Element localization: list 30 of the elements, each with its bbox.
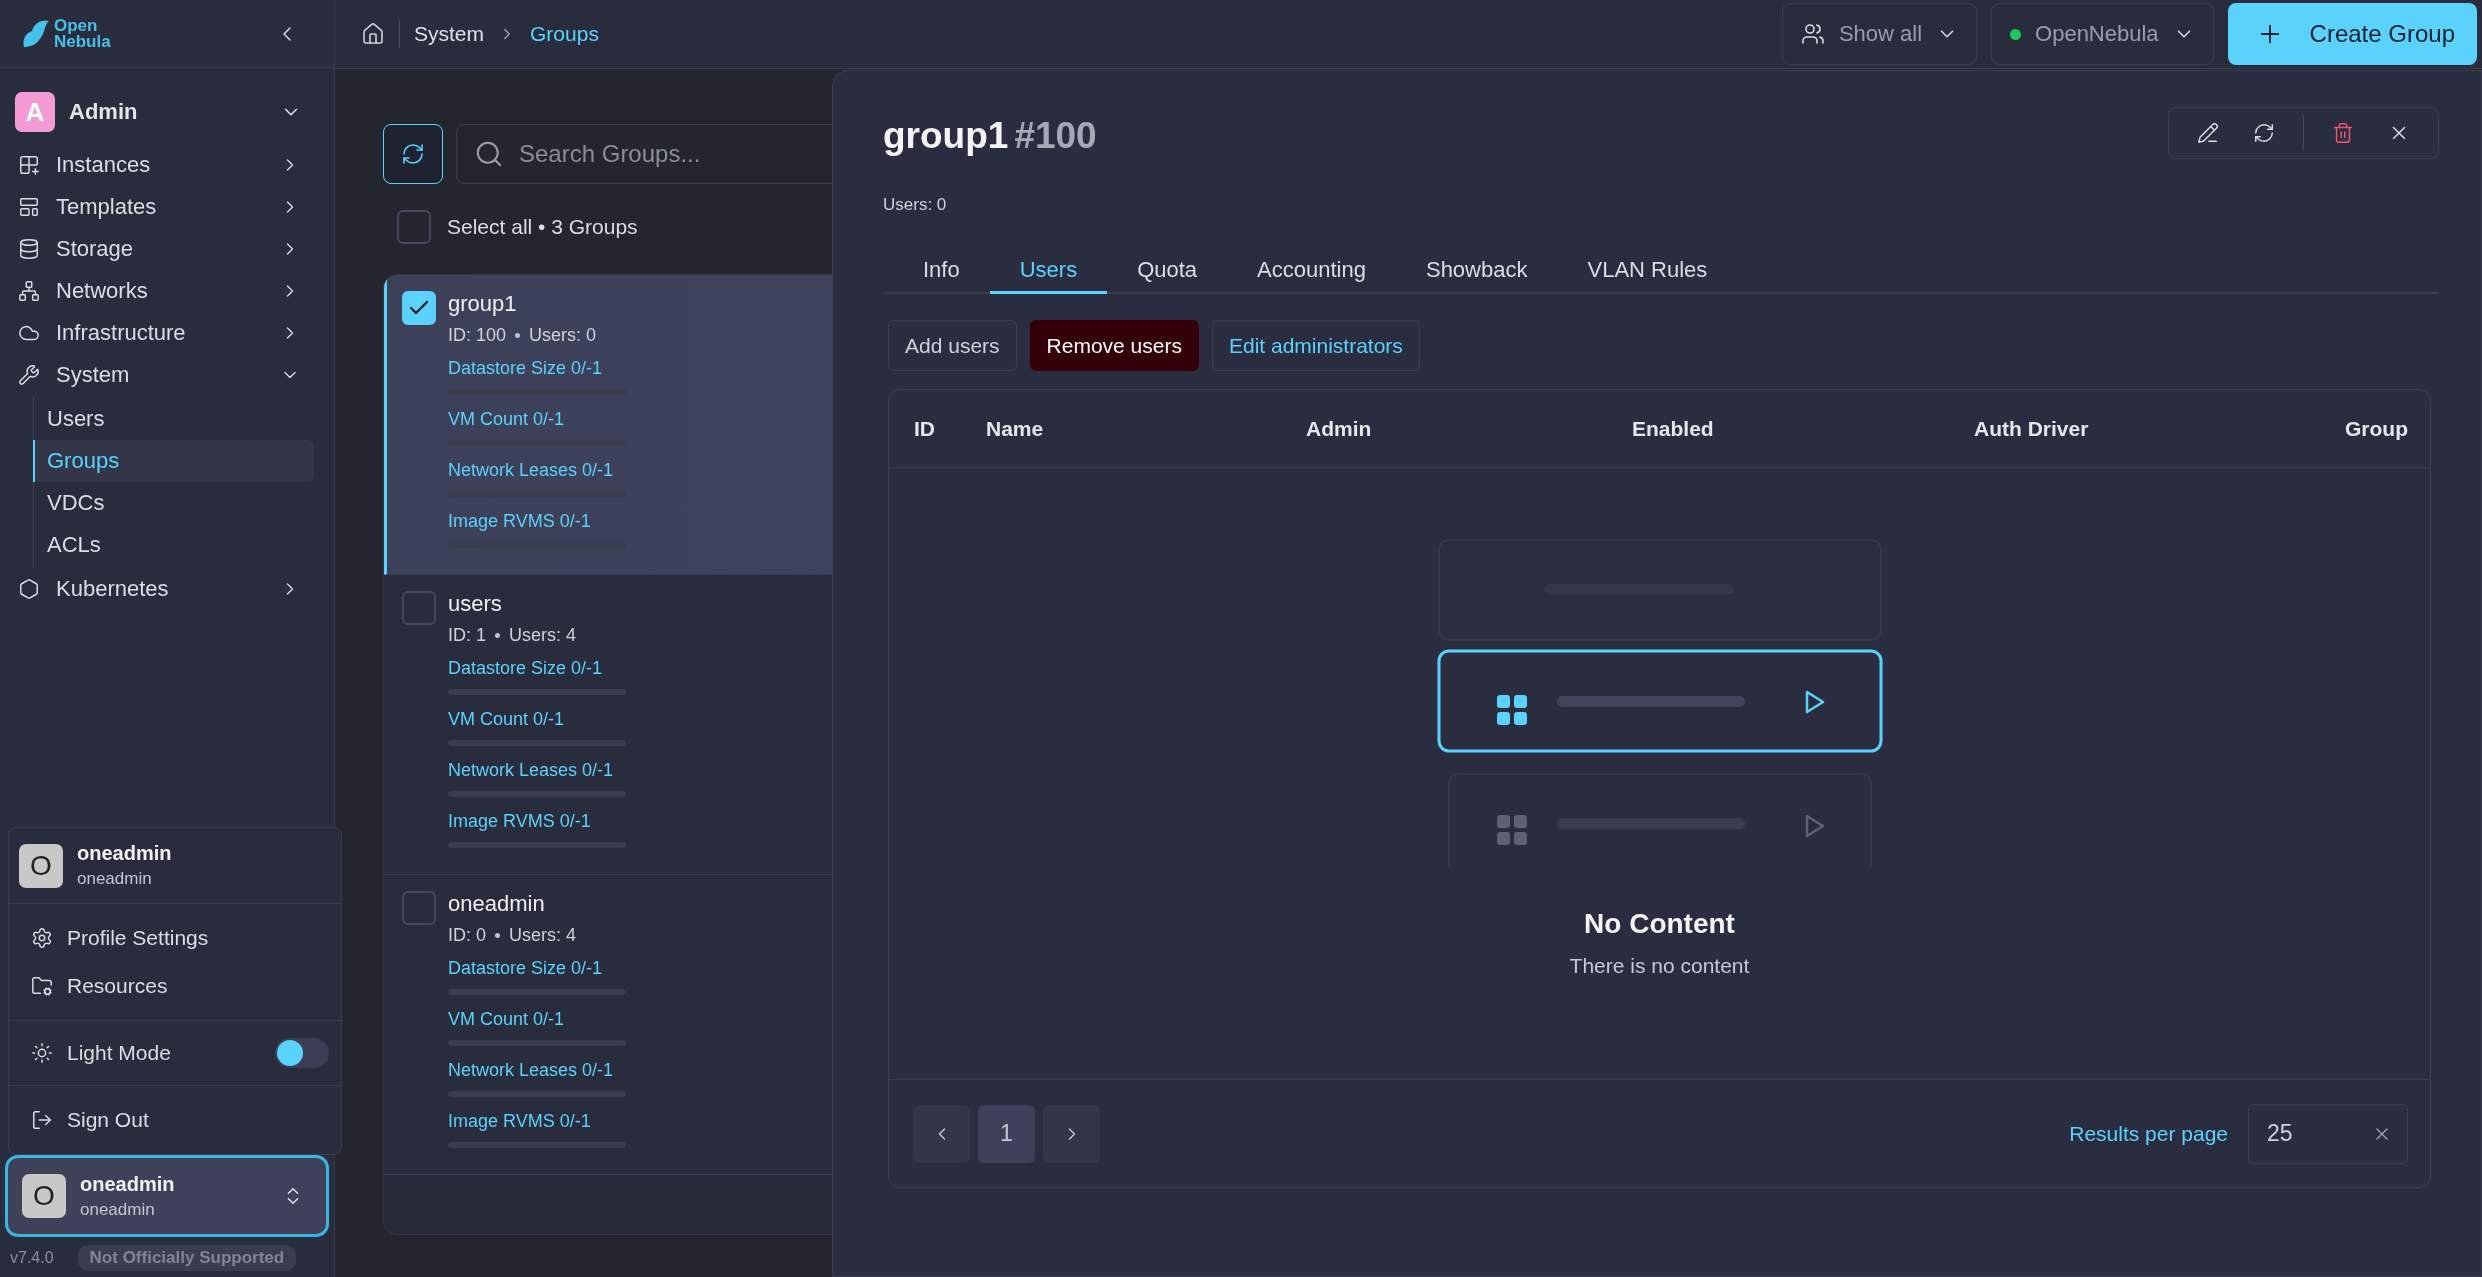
- user-login: oneadmin: [80, 1199, 156, 1220]
- user-name: oneadmin: [80, 1172, 176, 1196]
- account-avatar: A: [15, 92, 55, 132]
- group-id: ID: 0: [448, 925, 486, 946]
- detail-title: group1 #100: [883, 115, 1097, 157]
- group-name: oneadmin: [448, 891, 546, 917]
- column-header: Enabled: [1632, 416, 1715, 441]
- group-name: group1: [448, 291, 518, 317]
- version-label: v7.4.0: [10, 1249, 54, 1267]
- user-avatar: O: [22, 1174, 66, 1218]
- group-name: users: [448, 591, 503, 617]
- empty-title: No Content: [1584, 908, 1735, 940]
- support-badge: Not Officially Supported: [77, 1245, 297, 1271]
- user-count: Users: 4: [509, 625, 577, 646]
- empty-message: There is no content: [1569, 954, 1750, 978]
- column-header: ID: [914, 416, 936, 441]
- user-count: Users: 4: [509, 925, 577, 946]
- group-id: ID: 1: [448, 625, 486, 646]
- user-count: Users: 0: [529, 325, 597, 346]
- select-all-label: Select all • 3 Groups: [447, 215, 638, 239]
- column-header: Admin: [1306, 416, 1373, 441]
- results-per-page-label: Results per page: [2069, 1121, 2228, 1146]
- column-header: Auth Driver: [1974, 416, 2090, 441]
- column-header: Name: [986, 416, 1045, 441]
- user-avatar: O: [19, 843, 63, 888]
- user-name: oneadmin: [77, 842, 173, 865]
- user-count: Users: 0: [883, 195, 948, 215]
- group-id: ID: 100: [448, 325, 507, 346]
- user-login: oneadmin: [77, 869, 153, 889]
- column-header: Group: [2345, 416, 2408, 441]
